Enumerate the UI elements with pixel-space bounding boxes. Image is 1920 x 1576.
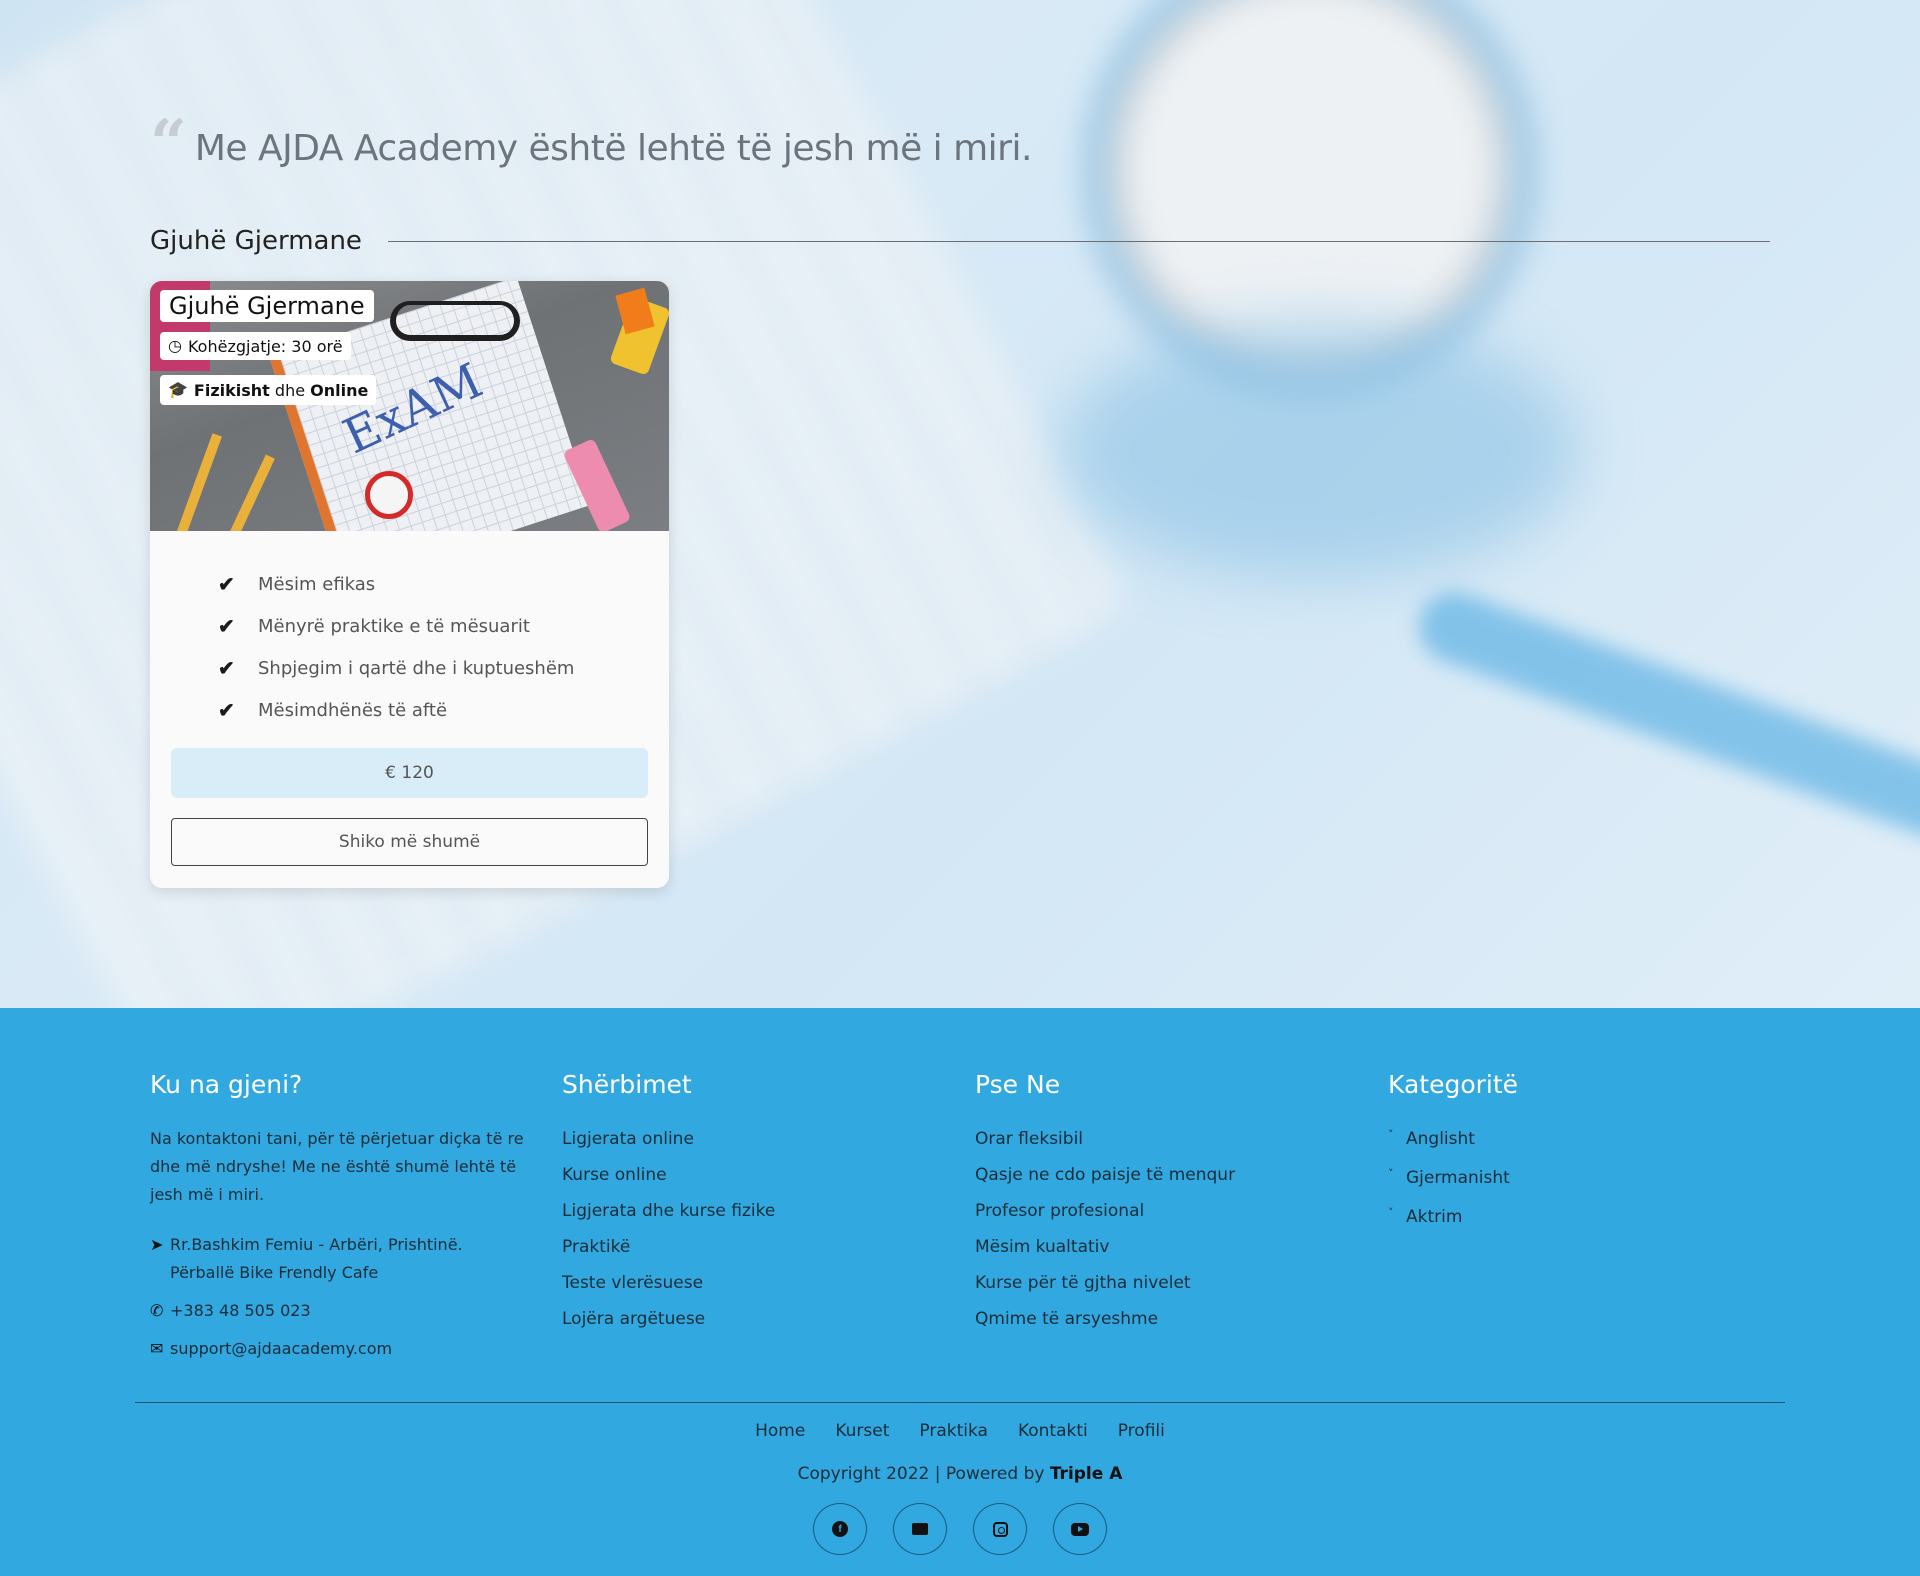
location-arrow-icon: ➤ — [150, 1235, 164, 1254]
category-label[interactable]: Gjermanisht — [1406, 1164, 1510, 1192]
check-icon: ✔ — [218, 657, 235, 680]
chevron-down-icon: ˅ — [1388, 1128, 1394, 1141]
check-icon: ✔ — [218, 699, 235, 722]
footer: Ku na gjeni? Na kontaktoni tani, për të … — [0, 1008, 1920, 1576]
section-divider — [387, 240, 1770, 242]
service-link[interactable]: Praktikë — [562, 1233, 775, 1269]
category-label[interactable]: Aktrim — [1406, 1203, 1462, 1231]
chevron-down-icon: ˅ — [1388, 1206, 1394, 1219]
hero-quote: “ Me AJDA Academy është lehtë të jesh më… — [150, 106, 1033, 181]
category-item[interactable]: ˅ Gjermanisht — [1388, 1164, 1518, 1203]
why-us-link[interactable]: Qasje ne cdo paisje të menqur — [975, 1161, 1235, 1197]
service-link[interactable]: Lojëra argëtuese — [562, 1305, 775, 1341]
why-us-link[interactable]: Kurse për të gjtha nivelet — [975, 1269, 1235, 1305]
mode-physical: Fizikisht — [193, 380, 270, 400]
footer-nav-practice[interactable]: Praktika — [919, 1421, 988, 1441]
list-item: ✔ Mësim efikas — [218, 563, 574, 605]
show-more-button[interactable]: Shiko më shumë — [171, 818, 648, 866]
footer-why-us-title: Pse Ne — [975, 1070, 1061, 1099]
course-card[interactable]: ExAM Gjuhë Gjermane ◷ Kohëzgjatje: 30 or… — [150, 281, 669, 888]
feature-text: Mësim efikas — [258, 573, 376, 595]
why-us-link[interactable]: Mësim kualtativ — [975, 1233, 1235, 1269]
mode-and: dhe — [269, 380, 311, 400]
footer-contact-title: Ku na gjeni? — [150, 1070, 303, 1099]
hero-section: “ Me AJDA Academy është lehtë të jesh më… — [0, 0, 1920, 1008]
phone-text[interactable]: +383 48 505 023 — [170, 1297, 311, 1325]
graduation-cap-icon: 🎓 — [168, 380, 188, 399]
mode-online: Online — [310, 380, 369, 400]
footer-nav-contact[interactable]: Kontakti — [1018, 1421, 1088, 1441]
category-label[interactable]: Anglisht — [1406, 1125, 1475, 1153]
quote-left-icon: “ — [150, 106, 187, 181]
instagram-icon — [992, 1521, 1008, 1537]
service-link[interactable]: Kurse online — [562, 1161, 775, 1197]
list-item: ✔ Mësimdhënës të aftë — [218, 689, 574, 731]
why-us-link[interactable]: Qmime të arsyeshme — [975, 1305, 1235, 1341]
feature-text: Shpjegim i qartë dhe i kuptueshëm — [258, 657, 575, 679]
footer-categories-title: Kategoritë — [1388, 1070, 1519, 1099]
copyright-brand[interactable]: Triple A — [1050, 1464, 1123, 1484]
facebook-icon: f — [832, 1521, 848, 1537]
copyright: Copyright 2022 | Powered by Triple A — [0, 1464, 1920, 1484]
duration-text: Kohëzgjatje: 30 orë — [187, 336, 343, 356]
section-title: Gjuhë Gjermane — [150, 226, 362, 256]
clock-icon: ◷ — [168, 336, 182, 355]
list-item: ✔ Mënyrë praktike e të mësuarit — [218, 605, 574, 647]
course-title: Gjuhë Gjermane — [169, 292, 365, 320]
footer-why-us-column: Pse Ne Orar fleksibil Qasje ne cdo paisj… — [975, 1070, 1235, 1341]
check-icon: ✔ — [218, 615, 235, 638]
envelope-icon: ✉ — [150, 1339, 164, 1358]
background-clock-shadow — [1060, 320, 1580, 580]
instagram-button[interactable] — [973, 1503, 1027, 1555]
why-us-list: Orar fleksibil Qasje ne cdo paisje të me… — [975, 1125, 1235, 1341]
list-item: ✔ Shpjegim i qartë dhe i kuptueshëm — [218, 647, 574, 689]
copyright-text: Copyright 2022 | Powered by — [797, 1464, 1050, 1484]
phone-line[interactable]: ✆ +383 48 505 023 — [150, 1297, 530, 1325]
check-icon: ✔ — [218, 573, 235, 596]
social-links: f — [0, 1503, 1920, 1555]
facebook-button[interactable]: f — [813, 1503, 867, 1555]
footer-services-title: Shërbimet — [562, 1070, 692, 1099]
feature-text: Mësimdhënës të aftë — [258, 699, 448, 721]
services-list: Ligjerata online Kurse online Ligjerata … — [562, 1125, 775, 1341]
footer-contact-column: Ku na gjeni? Na kontaktoni tani, për të … — [150, 1070, 530, 1363]
address-text: Rr.Bashkim Femiu - Arbëri, Prishtinë. Pë… — [170, 1235, 463, 1282]
footer-nav: Home Kurset Praktika Kontakti Profili — [0, 1421, 1920, 1441]
category-item[interactable]: ˅ Aktrim — [1388, 1203, 1518, 1242]
feature-text: Mënyrë praktike e të mësuarit — [258, 615, 530, 637]
quote-text: Me AJDA Academy është lehtë të jesh më i… — [194, 128, 1033, 169]
footer-services-column: Shërbimet Ligjerata online Kurse online … — [562, 1070, 775, 1341]
email-text[interactable]: support@ajdaacademy.com — [170, 1335, 392, 1363]
footer-nav-courses[interactable]: Kurset — [835, 1421, 889, 1441]
why-us-link[interactable]: Orar fleksibil — [975, 1125, 1235, 1161]
service-link[interactable]: Ligjerata dhe kurse fizike — [562, 1197, 775, 1233]
contact-description: Na kontaktoni tani, për të përjetuar diç… — [150, 1129, 524, 1204]
footer-categories-column: Kategoritë ˅ Anglisht ˅ Gjermanisht ˅ Aktri… — [1388, 1070, 1518, 1242]
course-title-tag: Gjuhë Gjermane — [160, 290, 374, 322]
phone-icon: ✆ — [150, 1301, 164, 1320]
youtube-button[interactable] — [1053, 1503, 1107, 1555]
footer-nav-profile[interactable]: Profili — [1118, 1421, 1165, 1441]
email-line[interactable]: ✉ support@ajdaacademy.com — [150, 1335, 530, 1363]
section-heading: Gjuhë Gjermane — [150, 226, 1770, 256]
mode-tag: 🎓 Fizikisht dhe Online — [160, 375, 377, 405]
feature-list: ✔ Mësim efikas ✔ Mënyrë praktike e të më… — [218, 563, 574, 731]
service-link[interactable]: Ligjerata online — [562, 1125, 775, 1161]
duration-tag: ◷ Kohëzgjatje: 30 orë — [160, 332, 351, 360]
footer-divider — [135, 1402, 1785, 1403]
chevron-down-icon: ˅ — [1388, 1167, 1394, 1180]
youtube-icon — [1071, 1522, 1089, 1536]
background-pen-image — [1409, 582, 1920, 888]
price-box: € 120 — [171, 748, 648, 798]
email-button[interactable] — [893, 1503, 947, 1555]
category-item[interactable]: ˅ Anglisht — [1388, 1125, 1518, 1164]
address-line: ➤ Rr.Bashkim Femiu - Arbëri, Prishtinë. … — [150, 1231, 530, 1287]
service-link[interactable]: Teste vlerësuese — [562, 1269, 775, 1305]
envelope-icon — [912, 1523, 928, 1535]
footer-nav-home[interactable]: Home — [755, 1421, 805, 1441]
categories-list: ˅ Anglisht ˅ Gjermanisht ˅ Aktrim — [1388, 1125, 1518, 1242]
course-image: ExAM Gjuhë Gjermane ◷ Kohëzgjatje: 30 or… — [150, 281, 669, 531]
why-us-link[interactable]: Profesor profesional — [975, 1197, 1235, 1233]
